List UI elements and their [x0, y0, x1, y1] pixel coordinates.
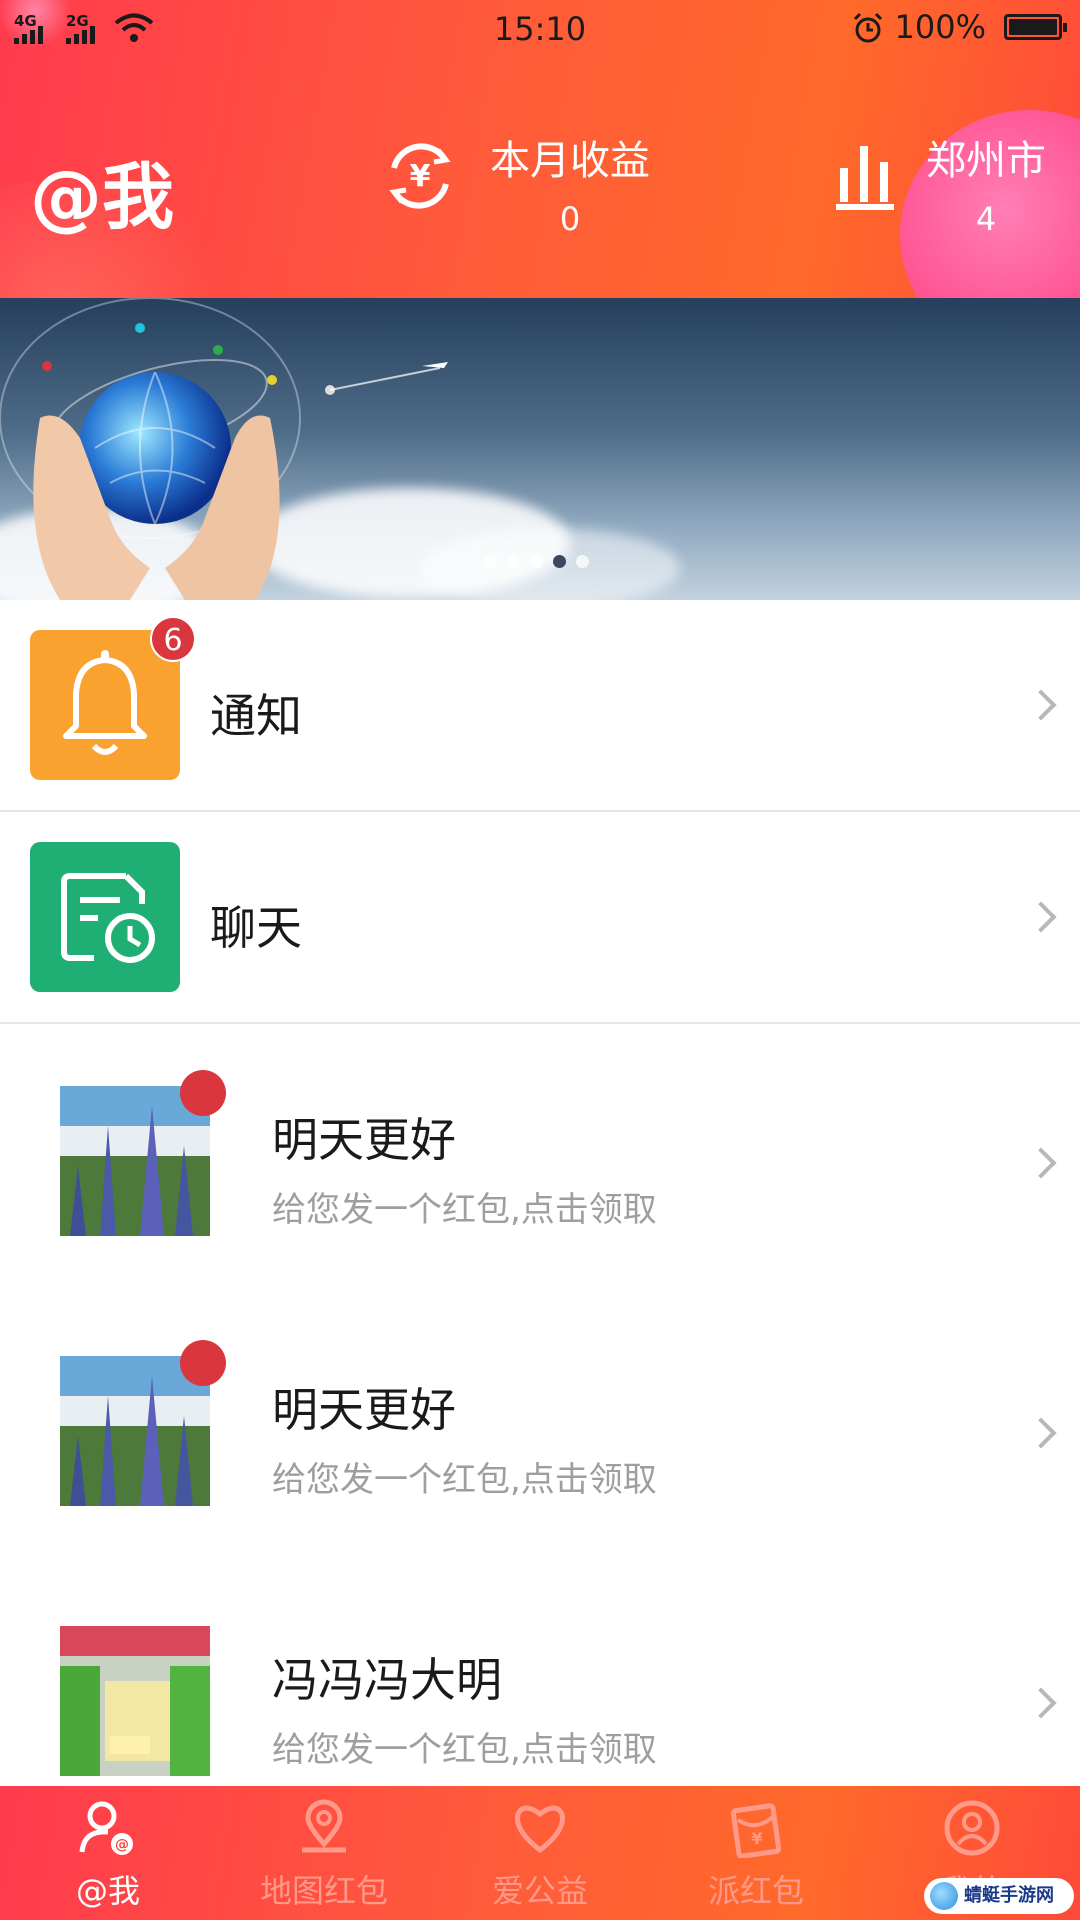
chat-label: 聊天: [210, 901, 302, 955]
header: 4G 2G 15:10 100% @我 ¥ 本月收益 0 郑州市 4: [0, 0, 1080, 298]
heart-icon: [514, 1805, 566, 1854]
earnings-stat[interactable]: 本月收益 0: [484, 128, 656, 238]
page-title: @我: [30, 155, 175, 239]
unread-dot: [180, 1070, 226, 1116]
earnings-value: 0: [559, 200, 581, 238]
message-row[interactable]: 明天更好 给您发一个红包,点击领取: [0, 1294, 1080, 1564]
pager-dot[interactable]: [507, 555, 520, 568]
message-avatar: [60, 1626, 210, 1776]
profile-icon: [944, 1800, 1000, 1856]
watermark-logo: 蜻蜓手游网: [924, 1878, 1074, 1914]
watermark-icon: [930, 1882, 958, 1910]
notifications-label: 通知: [210, 689, 302, 743]
globe-in-hands-image: [0, 298, 448, 600]
message-row[interactable]: 冯冯冯大明 给您发一个红包,点击领取: [0, 1564, 1080, 1786]
chat-history-icon: [30, 842, 180, 992]
svg-text:@: @: [115, 1837, 129, 1853]
message-sender: 明天更好: [272, 1383, 456, 1437]
tab-label: @我: [75, 1872, 140, 1910]
earnings-label: 本月收益: [490, 138, 650, 184]
status-bar: 4G 2G 15:10 100%: [0, 0, 1080, 56]
chat-row[interactable]: 聊天: [0, 812, 1080, 1024]
pager-dot[interactable]: [530, 555, 543, 568]
city-stat[interactable]: 郑州市 4: [916, 128, 1056, 238]
chevron-right-icon: [1025, 1147, 1057, 1179]
message-preview: 给您发一个红包,点击领取: [272, 1730, 657, 1770]
message-preview: 给您发一个红包,点击领取: [272, 1460, 657, 1500]
earnings-yuan-icon[interactable]: ¥: [382, 138, 458, 214]
pager-dot[interactable]: [484, 555, 497, 568]
message-sender: 明天更好: [272, 1113, 456, 1167]
tab-charity[interactable]: 爱公益: [432, 1786, 648, 1920]
chevron-right-icon: [1025, 1417, 1057, 1449]
ranking-bars-icon[interactable]: [836, 142, 894, 212]
svg-text:¥: ¥: [410, 159, 431, 194]
pager-dot-active[interactable]: [553, 555, 566, 568]
svg-text:¥: ¥: [751, 1829, 762, 1848]
city-label: 郑州市: [926, 138, 1046, 184]
tab-map-red-packet[interactable]: 地图红包: [216, 1786, 432, 1920]
tab-label: 派红包: [707, 1872, 804, 1910]
message-row[interactable]: 明天更好 给您发一个红包,点击领取: [0, 1024, 1080, 1294]
alarm-icon: [853, 12, 883, 43]
pager-dot[interactable]: [576, 555, 589, 568]
city-value: 4: [975, 200, 997, 238]
chevron-right-icon: [1025, 689, 1057, 721]
message-sender: 冯冯冯大明: [272, 1653, 502, 1707]
battery-icon: [1004, 14, 1067, 40]
promo-banner[interactable]: [0, 298, 1080, 600]
tab-send-red-packet[interactable]: ¥ 派红包: [648, 1786, 864, 1920]
unread-dot: [180, 1340, 226, 1386]
chevron-right-icon: [1025, 1687, 1057, 1719]
watermark-text: 蜻蜓手游网: [964, 1885, 1054, 1906]
chevron-right-icon: [1025, 901, 1057, 933]
red-packet-icon: ¥: [730, 1803, 782, 1858]
tab-label: 地图红包: [259, 1872, 388, 1910]
notification-count-badge: 6: [150, 616, 196, 662]
user-at-icon: @: [79, 1801, 133, 1855]
map-pin-icon: [302, 1799, 346, 1853]
tab-me[interactable]: @ @我: [0, 1786, 216, 1920]
tab-label: 爱公益: [491, 1872, 588, 1910]
message-preview: 给您发一个红包,点击领取: [272, 1190, 657, 1230]
bottom-tab-bar: @ @我 地图红包 爱公益 ¥ 派红包 我的: [0, 1786, 1080, 1920]
battery-percent: 100%: [894, 8, 986, 46]
